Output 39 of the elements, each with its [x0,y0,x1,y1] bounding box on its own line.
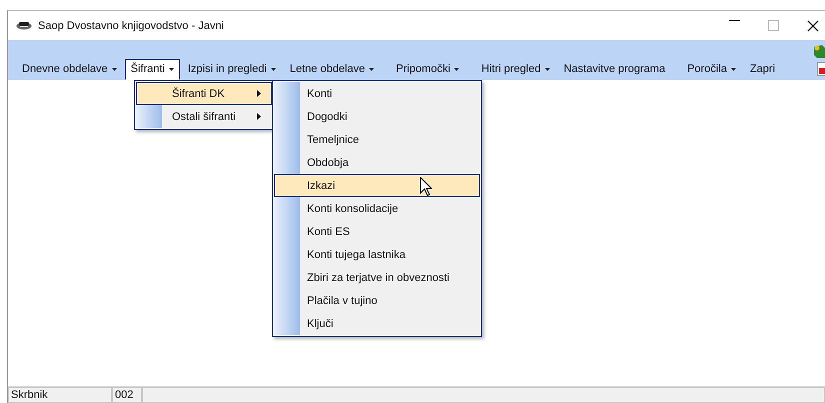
submenu-arrow-icon [257,113,261,120]
status-field: Skrbnik [8,387,112,403]
caret-icon [544,68,550,70]
window-title: Saop Dvostavno knjigovodstvo - Javni [38,20,225,32]
menu-item[interactable]: Letne obdelave [284,58,380,80]
menu-entry[interactable]: Zbiri za terjatve in obveznosti [274,266,480,289]
close-icon[interactable] [807,20,819,32]
menu-entry[interactable]: Plačila v tujino [274,289,480,312]
app-logo-icon [16,21,32,30]
caret-icon [270,68,276,70]
menu-entry[interactable]: Ključi [274,312,480,335]
menu-item[interactable]: Zapri [744,58,782,80]
menu-entry[interactable]: Konti tujega lastnika [274,243,480,266]
caret-icon [112,68,117,70]
caret-icon [368,68,374,70]
menu-entry[interactable]: Temeljnice [274,128,480,151]
caret-icon [730,68,736,70]
menu-entry[interactable]: Konti ES [274,220,480,243]
menu-item[interactable]: Hitri pregled [475,58,556,80]
menu-entry[interactable]: Šifranti DK [136,82,272,105]
menu-item[interactable]: Izpisi in pregledi [182,58,282,80]
menu-item[interactable]: Dnevne obdelave [16,58,123,80]
menu-entry[interactable]: Konti konsolidacije [274,197,480,220]
menu-item[interactable]: Poročila [681,58,742,80]
status-field: 002 [112,387,142,403]
menu-entry[interactable]: Izkazi [274,174,480,197]
menu-entry[interactable]: Konti [274,82,480,105]
caret-icon [454,68,460,70]
menu-entry[interactable]: Ostali šifranti [136,105,272,128]
mouse-pointer-icon [420,177,432,196]
menu-item[interactable]: Šifranti [124,58,180,80]
caret-icon [168,68,174,70]
menu-entry[interactable]: Dogodki [274,105,480,128]
menu-entry[interactable]: Obdobja [274,151,480,174]
menu-item[interactable]: Pripomočki [390,58,466,80]
book-icon[interactable] [814,45,825,58]
exit-icon[interactable] [817,62,825,76]
menu-item[interactable]: Nastavitve programa [558,58,672,80]
submenu-arrow-icon [257,90,261,97]
